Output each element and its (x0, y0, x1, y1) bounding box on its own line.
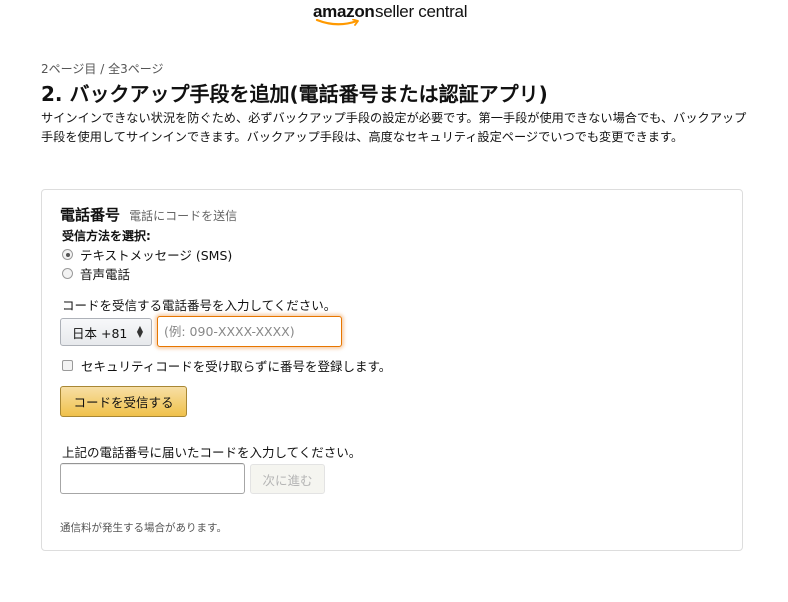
carrier-charges-note: 通信料が発生する場合があります。 (60, 522, 227, 534)
amazon-seller-central-logo: amazon seller central (313, 2, 478, 26)
page-title: 2. バックアップ手段を追加(電話番号または認証アプリ) (41, 82, 548, 106)
skip-code-label: セキュリティコードを受け取らずに番号を登録します。 (81, 359, 392, 374)
phone-number-input[interactable] (157, 316, 342, 347)
step-indicator: 2ページ目 / 全3ページ (41, 62, 164, 76)
verification-code-input[interactable] (60, 463, 245, 494)
receive-method-label: 受信方法を選択: (62, 229, 151, 243)
amazon-smile-icon (315, 19, 359, 26)
phone-section-header: 電話番号 電話にコードを送信 (60, 204, 237, 225)
radio-button[interactable] (62, 268, 73, 279)
phone-section-subtitle: 電話にコードを送信 (129, 209, 238, 223)
radio-sms[interactable]: テキストメッセージ (SMS) (62, 245, 232, 264)
page-description: サインインできない状況を防ぐため、必ずバックアップ手段の設定が必要です。第一手段… (41, 111, 747, 144)
radio-button-checked[interactable] (62, 249, 73, 260)
phone-number-label: コードを受信する電話番号を入力してください。 (62, 298, 337, 313)
radio-sms-label: テキストメッセージ (SMS) (80, 248, 233, 263)
verification-code-label: 上記の電話番号に届いたコードを入力してください。 (62, 445, 362, 460)
select-arrows-icon: ▲ ▼ (136, 324, 143, 339)
skip-code-checkbox[interactable] (62, 360, 73, 371)
radio-voice-label: 音声電話 (80, 267, 131, 282)
phone-section-title: 電話番号 (60, 206, 121, 224)
skip-code-checkbox-row[interactable]: セキュリティコードを受け取らずに番号を登録します。 (62, 356, 391, 375)
next-button[interactable]: 次に進む (250, 464, 325, 494)
send-code-button[interactable]: コードを受信する (60, 386, 187, 417)
country-code-select[interactable]: 日本 +81 ▲ ▼ (60, 318, 152, 346)
country-code-value: 日本 +81 (72, 325, 128, 341)
radio-voice-call[interactable]: 音声電話 (62, 264, 130, 283)
logo-product: seller central (375, 2, 468, 21)
